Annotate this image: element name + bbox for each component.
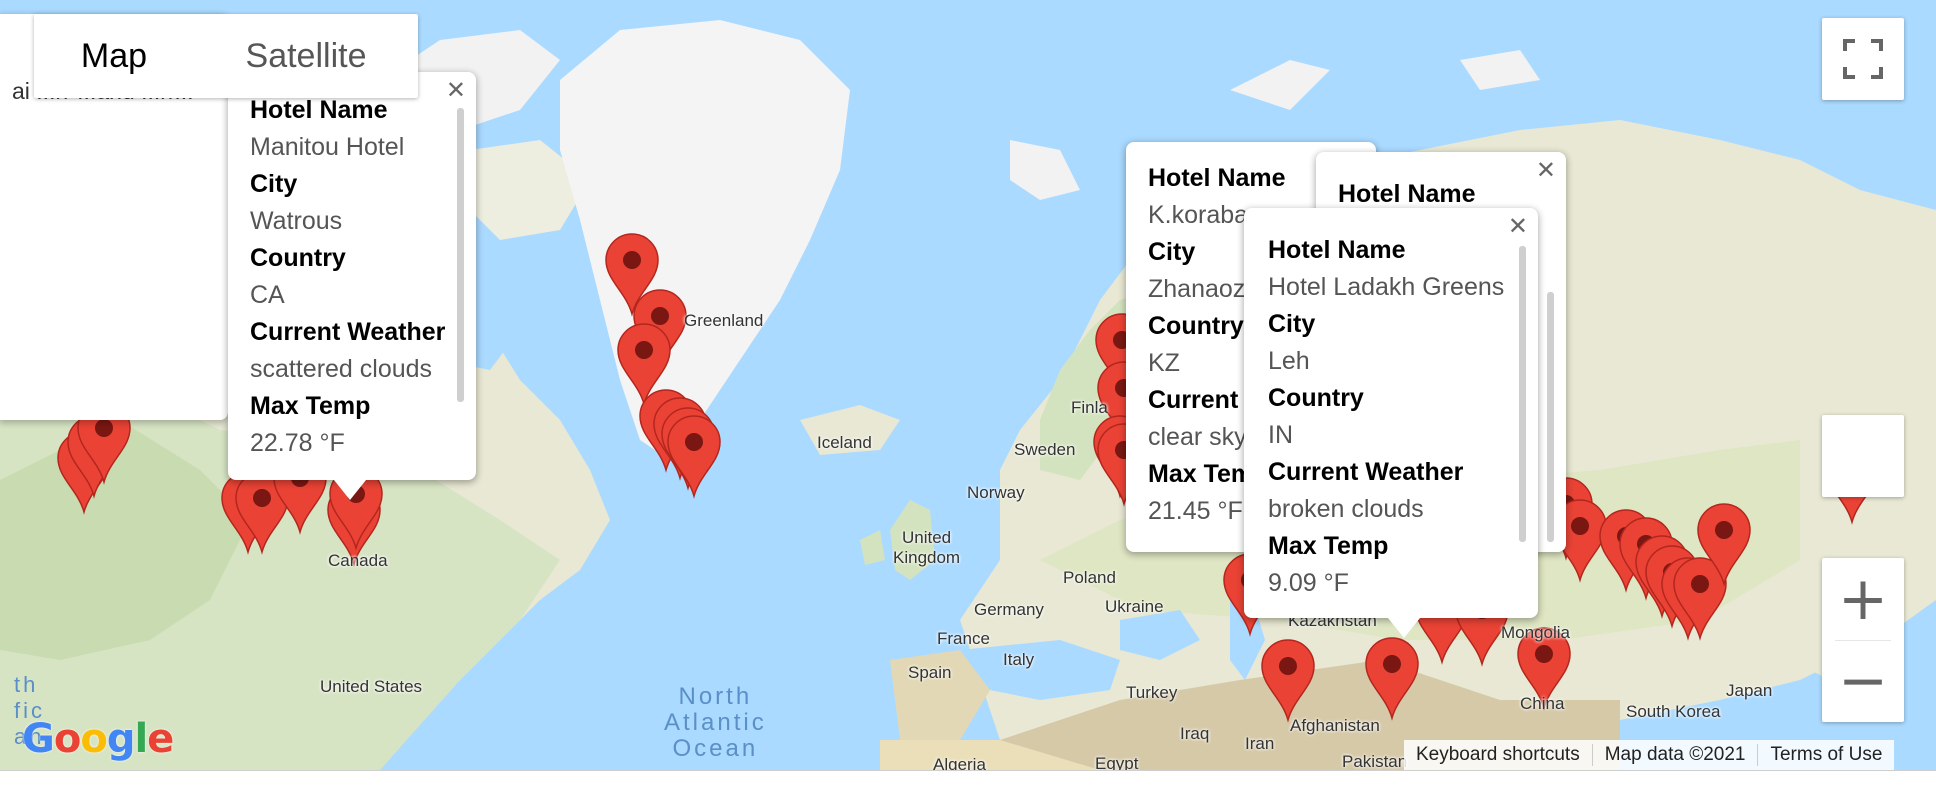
info-field-value: 22.78 °F bbox=[250, 429, 345, 457]
label-iraq: Iraq bbox=[1180, 724, 1210, 743]
label-afghanistan: Afghanistan bbox=[1290, 716, 1380, 735]
info-field-label: City bbox=[250, 170, 298, 198]
map-marker[interactable] bbox=[1365, 637, 1419, 721]
info-window-scrollbar[interactable] bbox=[457, 108, 464, 402]
info-window-scrollbar[interactable] bbox=[1547, 292, 1554, 542]
label-france: France bbox=[937, 629, 990, 648]
map-type-control: Map Satellite bbox=[34, 14, 418, 98]
zoom-out-button[interactable]: − bbox=[1822, 641, 1904, 722]
info-window-content: Hotel Name Manitou Hotel City Watrous Countr… bbox=[250, 92, 445, 462]
label-north-atlantic-ocean: North Atlantic Ocean bbox=[664, 683, 767, 762]
keyboard-shortcuts-link[interactable]: Keyboard shortcuts bbox=[1404, 744, 1593, 766]
map-footer: Keyboard shortcuts Map data ©2021 Terms … bbox=[1404, 740, 1895, 770]
map-type-map-button[interactable]: Map bbox=[34, 14, 194, 98]
info-field-value: 9.09 °F bbox=[1268, 569, 1349, 597]
map-data-attribution: Map data ©2021 bbox=[1593, 744, 1759, 766]
info-window-content: Hotel Name Hotel Ladakh Greens City Leh Coun… bbox=[1268, 232, 1504, 602]
info-field-value: Watrous bbox=[250, 207, 343, 235]
label-turkey: Turkey bbox=[1126, 683, 1178, 702]
label-finland: Finla bbox=[1071, 398, 1108, 417]
info-field-label: Country bbox=[1268, 384, 1364, 412]
street-view-pegman-button[interactable] bbox=[1822, 415, 1904, 497]
close-icon[interactable]: ✕ bbox=[446, 78, 466, 102]
info-window-leh: ✕ Hotel Name Hotel Ladakh Greens City Leh Co… bbox=[1244, 208, 1538, 638]
info-window-scrollbar[interactable] bbox=[1519, 246, 1526, 542]
terms-of-use-link[interactable]: Terms of Use bbox=[1758, 744, 1894, 766]
fullscreen-button[interactable] bbox=[1822, 18, 1904, 100]
map-canvas[interactable]: ai ...rr ...and ...rr... Greenland Icela… bbox=[0, 0, 1936, 770]
label-algeria: Algeria bbox=[933, 755, 986, 770]
label-iceland: Iceland bbox=[817, 433, 872, 452]
label-south-korea: South Korea bbox=[1626, 702, 1721, 721]
label-greenland: Greenland bbox=[684, 311, 764, 330]
label-united-kingdom: United Kingdom bbox=[893, 528, 961, 567]
label-china: China bbox=[1520, 694, 1565, 713]
fullscreen-icon bbox=[1843, 39, 1883, 79]
info-window-tail bbox=[334, 480, 366, 500]
info-field-label: Current Weather bbox=[250, 318, 446, 346]
label-sweden: Sweden bbox=[1014, 440, 1076, 459]
close-icon[interactable]: ✕ bbox=[1508, 214, 1528, 238]
info-field-label: Current Weather bbox=[1268, 458, 1464, 486]
info-field-value: scattered clouds bbox=[250, 355, 433, 383]
info-field-value: Hotel Ladakh Greens bbox=[1268, 273, 1505, 301]
map-type-satellite-button[interactable]: Satellite bbox=[194, 14, 418, 98]
map-marker[interactable] bbox=[667, 415, 721, 499]
google-logo[interactable]: Google bbox=[22, 716, 174, 762]
label-egypt: Egypt bbox=[1095, 754, 1139, 770]
label-united-states: United States bbox=[320, 677, 423, 696]
zoom-in-button[interactable]: + bbox=[1822, 559, 1904, 640]
info-field-label: Max Temp bbox=[1268, 532, 1389, 560]
info-field-label: Country bbox=[250, 244, 346, 272]
info-field-value: Leh bbox=[1268, 347, 1310, 375]
label-pakistan: Pakistan bbox=[1342, 752, 1408, 770]
label-norway: Norway bbox=[967, 483, 1025, 502]
label-canada: Canada bbox=[328, 551, 388, 570]
zoom-control: + − bbox=[1822, 558, 1904, 722]
info-field-value: IN bbox=[1268, 421, 1293, 449]
label-iran: Iran bbox=[1245, 734, 1275, 753]
info-field-value: CA bbox=[250, 281, 285, 309]
minus-icon: − bbox=[1837, 646, 1889, 716]
map-marker[interactable] bbox=[1261, 639, 1315, 723]
info-window-tail bbox=[1388, 618, 1420, 638]
info-field-value: broken clouds bbox=[1268, 495, 1424, 523]
info-field-label: Hotel Name bbox=[1148, 164, 1286, 192]
label-poland: Poland bbox=[1063, 568, 1116, 587]
info-field-label: Max Temp bbox=[250, 392, 371, 420]
info-field-label: Hotel Name bbox=[1268, 236, 1406, 264]
label-japan: Japan bbox=[1726, 681, 1773, 700]
info-field-value: Manitou Hotel bbox=[250, 133, 405, 161]
label-ukraine: Ukraine bbox=[1105, 597, 1164, 616]
label-italy: Italy bbox=[1003, 650, 1035, 669]
info-field-label: City bbox=[1268, 310, 1316, 338]
close-icon[interactable]: ✕ bbox=[1536, 158, 1556, 182]
label-germany: Germany bbox=[974, 600, 1044, 619]
label-spain: Spain bbox=[908, 663, 952, 682]
plus-icon: + bbox=[1837, 564, 1889, 634]
label-mongolia: Mongolia bbox=[1501, 623, 1570, 642]
page-bottom-strip bbox=[0, 770, 1936, 795]
info-window-watrous: ✕ Hotel Name Manitou Hotel City Watrous Coun… bbox=[228, 72, 476, 500]
